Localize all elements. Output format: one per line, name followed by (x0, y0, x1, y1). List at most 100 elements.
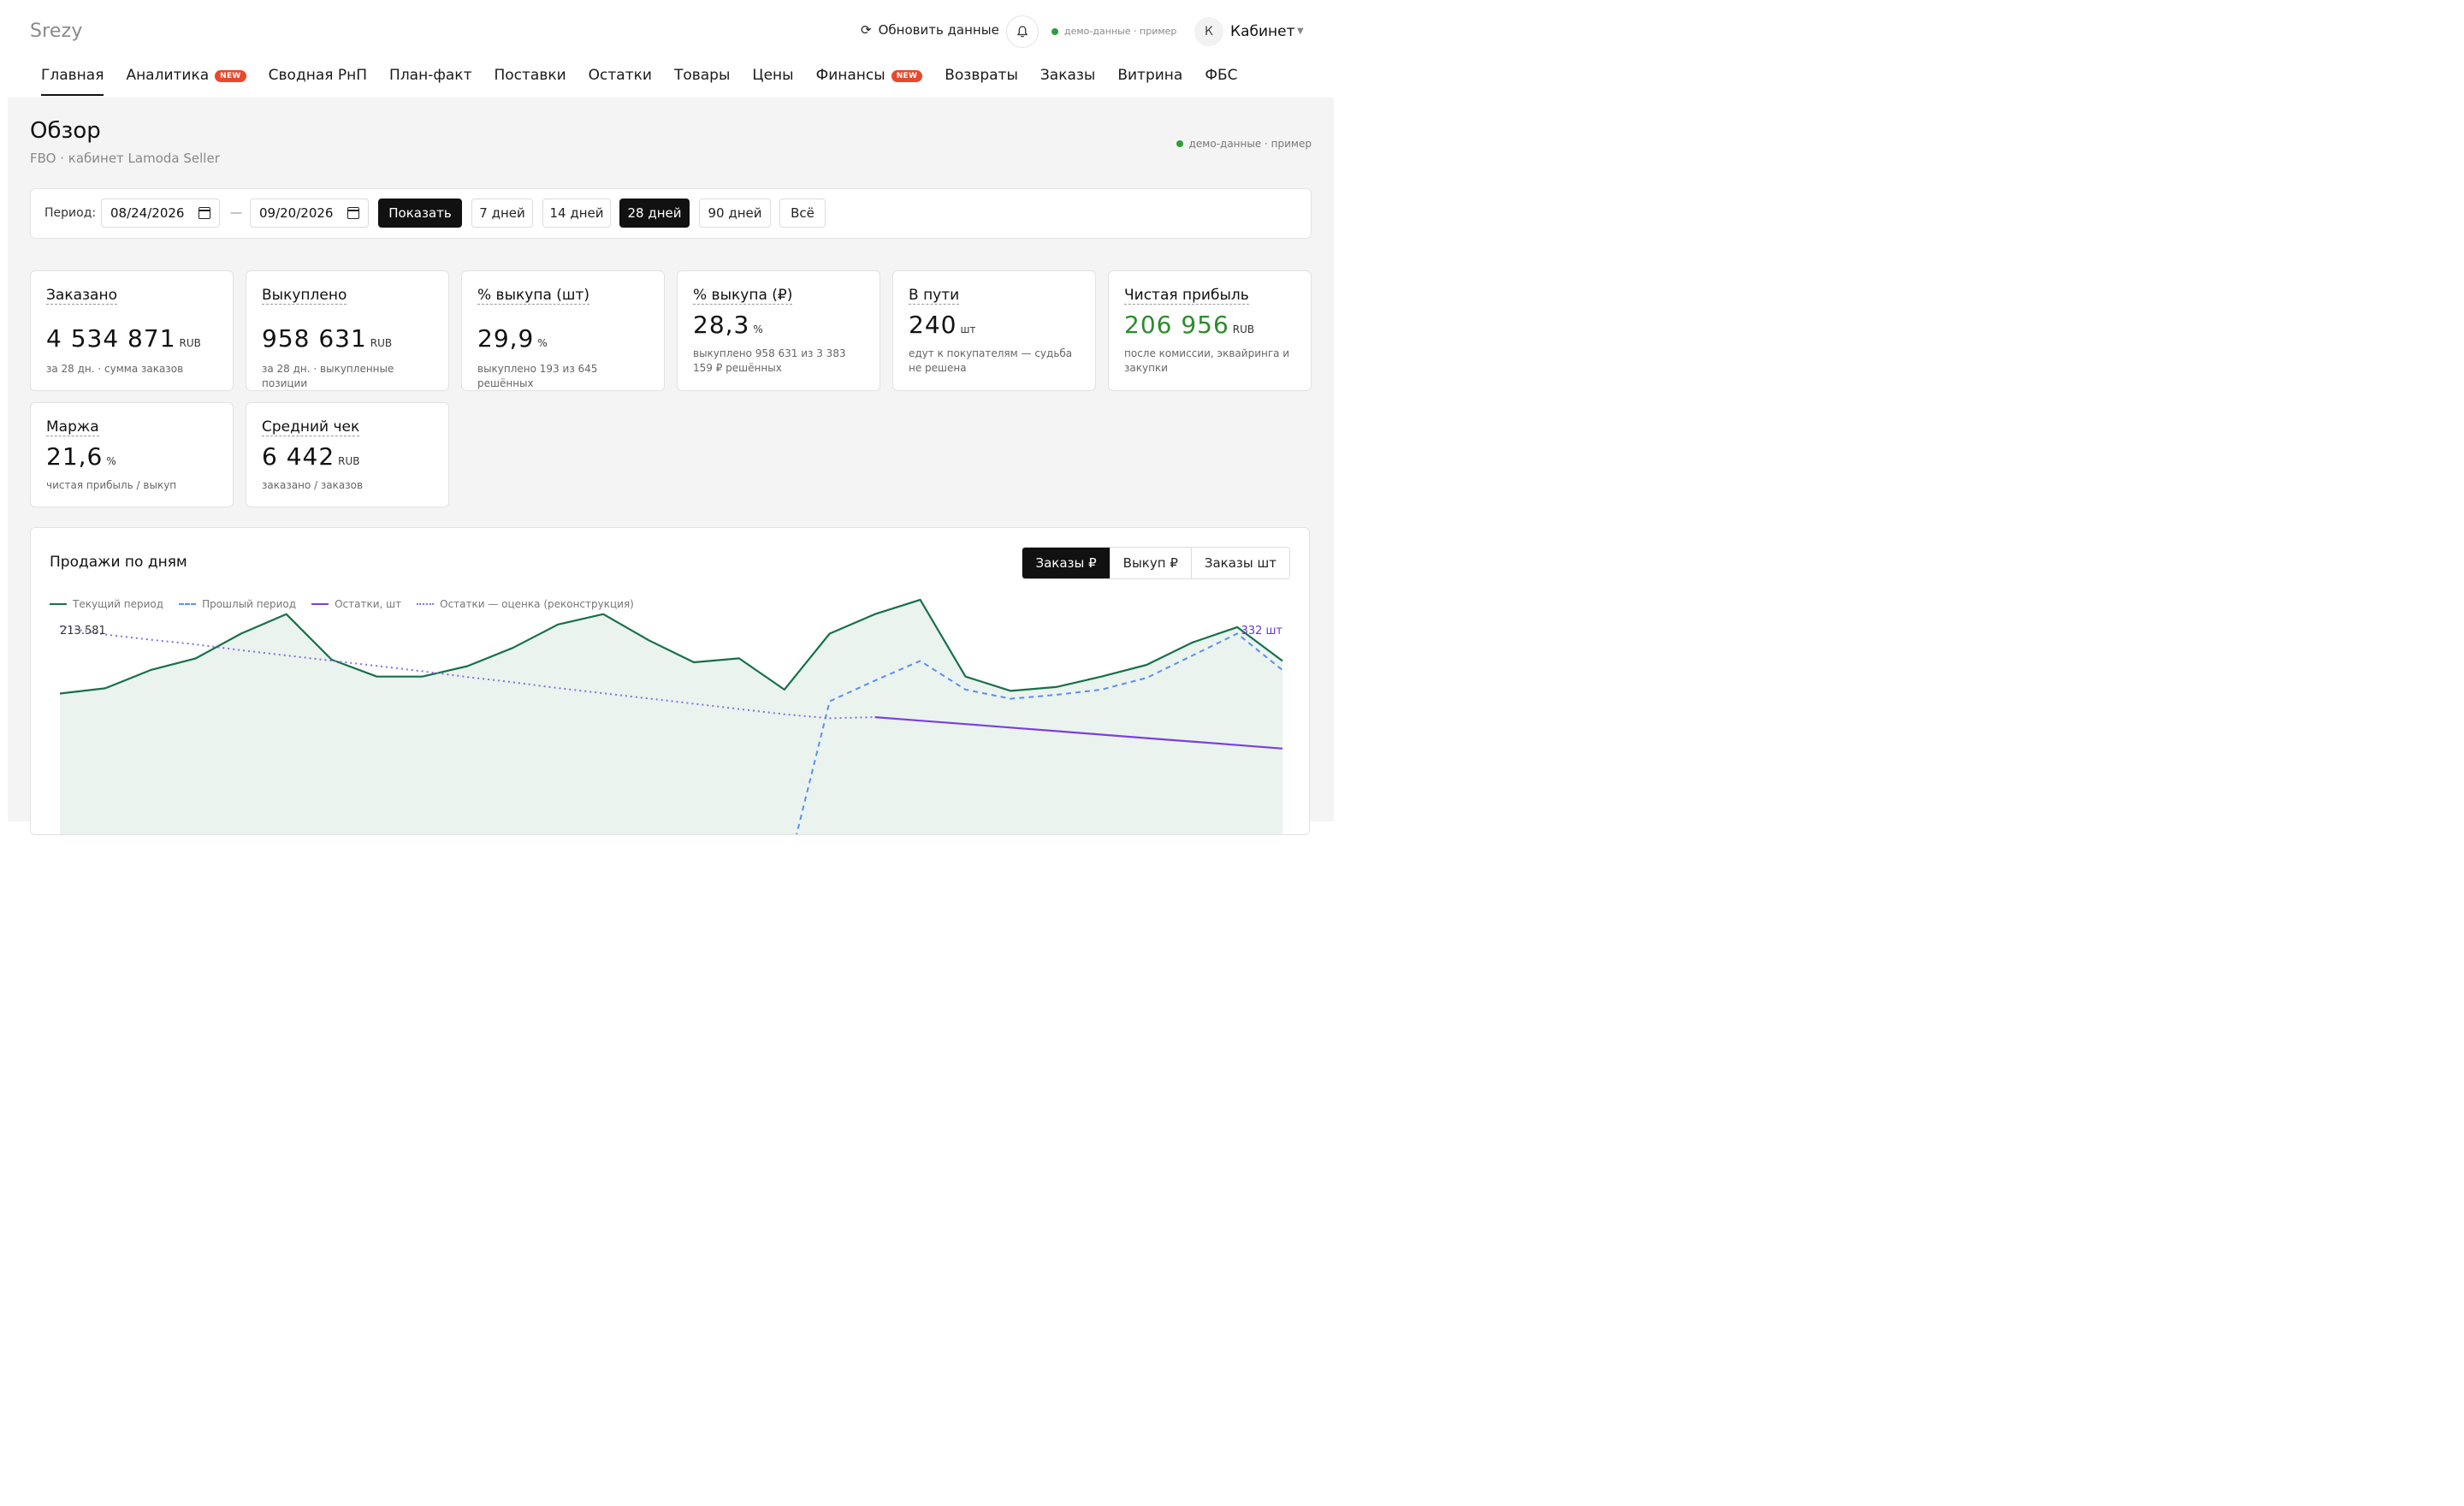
nav-tab-0[interactable]: Главная (41, 67, 104, 96)
notifications-button[interactable] (1006, 15, 1039, 48)
kpi-card: % выкупа (шт) 29,9% выкуплено 193 из 645 р… (461, 270, 665, 391)
kpi-unit: % (753, 323, 763, 335)
nav-tab-label: План-факт (389, 67, 472, 84)
period-preset-button[interactable]: Всё (779, 199, 826, 228)
kpi-card: В пути 240 шт едут к покупателям — судьба н… (892, 270, 1096, 391)
kpi-card: Чистая прибыль 206 956 RUB после комиссии, … (1108, 270, 1312, 391)
nav-tab-label: Финансы (815, 67, 886, 84)
date-range-separator: — (230, 206, 242, 220)
bell-icon (1016, 26, 1028, 38)
period-preset-button[interactable]: 90 дней (699, 199, 771, 228)
kpi-unit: % (106, 455, 116, 467)
refresh-label: Обновить данные (878, 22, 999, 38)
left-axis-max-label: 213.581 (60, 625, 106, 637)
nav-tab-label: Товары (673, 67, 731, 84)
period-preset-button[interactable]: 14 дней (542, 199, 611, 228)
kpi-unit: % (537, 337, 548, 349)
kpi-value: 958 631 RUB (262, 324, 392, 353)
kpi-title[interactable]: Маржа (46, 418, 99, 436)
main-nav: Главная Аналитика NEW Сводная РнП План-факт П… (41, 67, 1238, 96)
kpi-value: 240 шт (909, 311, 975, 339)
kpi-card: Выкуплено 958 631 RUB за 28 дн. · выкупленн… (246, 270, 449, 391)
kpi-value: 4 534 871 RUB (46, 324, 201, 353)
kpi-title[interactable]: Заказано (46, 287, 117, 305)
kpi-title[interactable]: Чистая прибыль (1124, 287, 1249, 305)
page-subtitle: FBO · кабинет Lamoda Seller (30, 151, 220, 166)
kpi-card: Заказано 4 534 871 RUB за 28 дн. · сумма за… (30, 270, 234, 391)
nav-tab-3[interactable]: План-факт (389, 67, 471, 96)
demo-label: демо-данные · пример (1064, 26, 1177, 37)
nav-tab-1[interactable]: Аналитика NEW (126, 67, 246, 96)
date-to-input[interactable]: 09/20/2026 (250, 199, 369, 228)
sales-chart: 213.581 332 шт (59, 598, 1283, 834)
kpi-card: Маржа 21,6% чистая прибыль / выкуп (30, 402, 234, 507)
demo-data-indicator: демо-данные · пример (1176, 138, 1312, 150)
kpi-title[interactable]: Выкуплено (262, 287, 347, 305)
kpi-subtitle: едут к покупателям — судьба не решена (909, 347, 1073, 374)
status-dot (1051, 27, 1058, 35)
calendar-icon[interactable] (198, 207, 210, 219)
kpi-subtitle: заказано / заказов (262, 479, 364, 491)
kpi-title[interactable]: В пути (909, 287, 960, 305)
nav-tab-7[interactable]: Цены (752, 67, 793, 96)
refresh-data-button[interactable]: ⟳ Обновить данные (861, 22, 999, 38)
nav-tab-8[interactable]: Финансы NEW (816, 67, 923, 96)
period-preset-button[interactable]: 7 дней (471, 199, 533, 228)
demo-data-indicator: демо-данные · пример (1051, 26, 1176, 37)
nav-tab-9[interactable]: Возвраты (945, 67, 1018, 96)
period-filter-bar: Период: 08/24/2026 — 09/20/2026 Показать… (30, 188, 1312, 239)
kpi-value: 29,9% (477, 324, 548, 353)
period-preset-button[interactable]: 28 дней (619, 199, 690, 228)
kpi-title[interactable]: % выкупа (₽) (693, 287, 793, 305)
nav-tab-4[interactable]: Поставки (494, 67, 566, 96)
nav-tab-label: Остатки (588, 67, 652, 84)
kpi-value: 206 956 RUB (1124, 311, 1254, 339)
kpi-unit: шт (960, 323, 976, 335)
nav-tab-6[interactable]: Товары (674, 67, 730, 96)
nav-tab-11[interactable]: Витрина (1117, 67, 1182, 96)
kpi-card: Средний чек 6 442 RUB заказано / заказов (246, 402, 449, 507)
chevron-down-icon[interactable]: ▼ (1297, 27, 1304, 36)
nav-tab-5[interactable]: Остатки (589, 67, 652, 96)
kpi-value: 21,6% (46, 442, 116, 471)
page-title: Обзор (30, 118, 101, 144)
show-button[interactable]: Показать (378, 199, 462, 228)
kpi-value-number: 6 442 (262, 442, 335, 471)
kpi-value: 28,3% (693, 311, 763, 339)
nav-tab-label: Цены (752, 67, 794, 84)
nav-tab-label: Заказы (1040, 67, 1096, 84)
new-badge: NEW (215, 70, 246, 82)
cabinet-menu[interactable]: Кабинет (1230, 23, 1295, 40)
right-axis-max-label: 332 шт (1241, 625, 1283, 637)
kpi-value-number: 240 (909, 311, 957, 339)
nav-tab-2[interactable]: Сводная РнП (269, 67, 367, 96)
nav-tab-label: Сводная РнП (268, 67, 368, 84)
app-logo[interactable]: Srezy (30, 21, 83, 42)
new-badge: NEW (891, 70, 923, 82)
kpi-value-number: 21,6 (46, 442, 104, 471)
sales-chart-panel: Продажи по дням Заказы ₽ Выкуп ₽ Заказы шт… (30, 527, 1310, 835)
avatar[interactable]: К (1194, 17, 1223, 46)
kpi-value-number: 29,9 (477, 324, 535, 353)
kpi-card: % выкупа (₽) 28,3% выкуплено 958 631 из 3 … (677, 270, 880, 391)
nav-tab-label: Возвраты (945, 67, 1018, 84)
kpi-unit: RUB (179, 337, 201, 349)
nav-tab-label: Поставки (494, 67, 566, 84)
kpi-subtitle: чистая прибыль / выкуп (46, 479, 177, 491)
kpi-subtitle: после комиссии, эквайринга и закупки (1124, 347, 1290, 374)
nav-tab-12[interactable]: ФБС (1205, 67, 1237, 96)
nav-tab-label: Витрина (1117, 67, 1183, 84)
date-from-input[interactable]: 08/24/2026 (101, 199, 220, 228)
kpi-title[interactable]: % выкупа (шт) (477, 287, 589, 305)
kpi-title[interactable]: Средний чек (262, 418, 360, 436)
kpi-unit: RUB (1232, 323, 1255, 335)
demo-label: демо-данные · пример (1188, 138, 1312, 150)
kpi-value-number: 206 956 (1124, 311, 1229, 339)
date-from-value: 08/24/2026 (110, 205, 185, 221)
kpi-value-number: 28,3 (693, 311, 750, 339)
main-content: Обзор FBO · кабинет Lamoda Seller демо-д… (8, 98, 1334, 835)
period-label: Период: (44, 206, 97, 220)
calendar-icon[interactable] (347, 207, 359, 219)
nav-tab-10[interactable]: Заказы (1040, 67, 1095, 96)
kpi-value-number: 4 534 871 (46, 324, 176, 353)
